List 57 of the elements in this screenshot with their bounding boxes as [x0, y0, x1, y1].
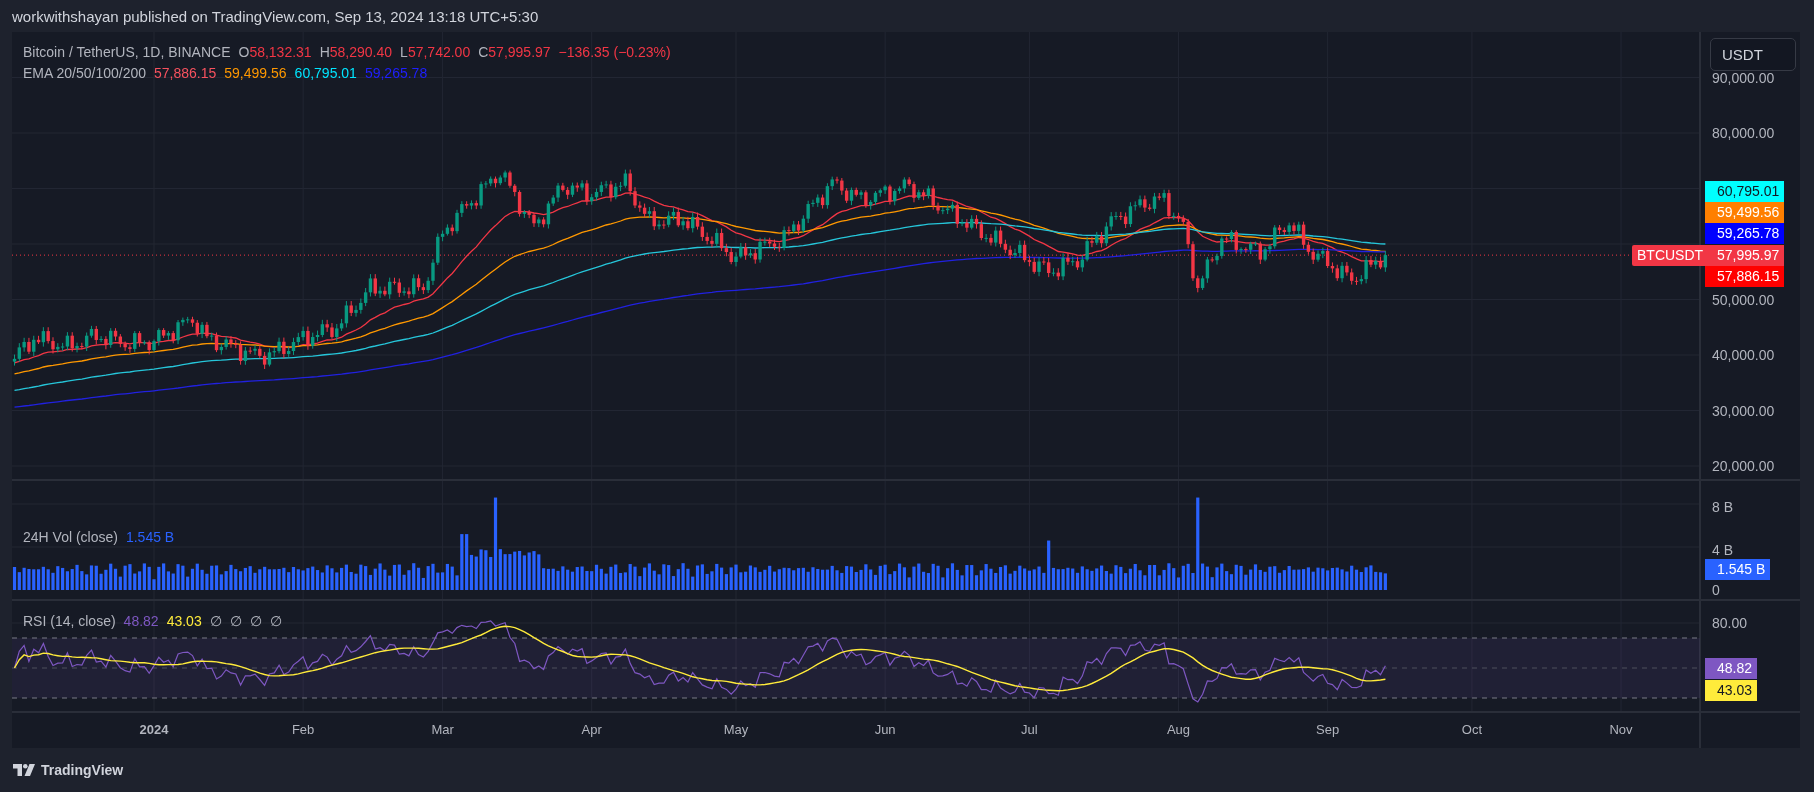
time-label: Mar	[431, 722, 454, 737]
rsi-value: 48.82	[123, 613, 159, 629]
price-tick: 90,000.00	[1712, 68, 1775, 87]
rsi-tick: 80.00	[1712, 614, 1748, 632]
publish-caption: workwithshayan published on TradingView.com, Sep 13, 2024 13:18 UTC+5:30	[11, 7, 540, 27]
empty-value: ∅	[269, 613, 282, 629]
empty-value: ∅	[209, 613, 222, 629]
price-label: 60,795.01	[1705, 181, 1785, 202]
time-label: 2024	[139, 722, 169, 737]
ohlc-label: C	[478, 44, 489, 60]
price-label: 57,995.97	[1705, 245, 1785, 266]
time-label: Jun	[874, 722, 896, 737]
ema-value: 57,886.15	[154, 65, 217, 81]
volume-tick: 4 B	[1712, 541, 1733, 559]
time-label: Oct	[1461, 722, 1483, 737]
volume-tick: 8 B	[1712, 498, 1733, 516]
time-label: Sep	[1316, 722, 1340, 737]
price-label: 59,499.56	[1705, 202, 1785, 223]
empty-value: ∅	[249, 613, 262, 629]
time-label: Aug	[1166, 722, 1191, 737]
rsi-label: 48.82	[1705, 658, 1758, 679]
time-label: Nov	[1609, 722, 1633, 737]
ohlc-value: 58,132.31	[249, 44, 312, 60]
price-tick: 20,000.00	[1712, 457, 1775, 475]
brand-name: TradingView	[41, 762, 124, 778]
price-tick: 40,000.00	[1712, 346, 1775, 364]
ohlc-value: 57,742.00	[407, 44, 471, 60]
ohlc-label: H	[319, 44, 330, 60]
tradingview-logo-icon	[13, 764, 35, 776]
ohlc-value: 57,995.97	[488, 44, 551, 60]
price-label: 59,265.78	[1705, 223, 1785, 244]
time-label: May	[723, 722, 749, 737]
ohlc-label: O	[238, 44, 250, 60]
time-label: Jul	[1021, 722, 1038, 737]
ema-title: EMA 20/50/100/200	[23, 65, 146, 81]
price-tick: 80,000.00	[1712, 124, 1775, 142]
time-label: Feb	[291, 722, 315, 737]
ohlc-label: L	[400, 44, 408, 60]
volume-label: 1.545 B	[1705, 559, 1771, 580]
volume-tick: 0	[1712, 581, 1720, 599]
price-tick: 50,000.00	[1712, 290, 1775, 309]
price-tick: 30,000.00	[1712, 401, 1775, 420]
ema-value: 59,265.78	[364, 65, 428, 81]
ema-value: 59,499.56	[224, 65, 287, 81]
rsi-title: RSI (14, close)	[23, 613, 116, 629]
time-label: Apr	[581, 722, 602, 737]
price-change: −136.35 (−0.23%)	[558, 44, 671, 60]
empty-value: ∅	[229, 613, 242, 629]
ema-value: 60,795.01	[294, 65, 357, 81]
rsi-value: 43.03	[166, 613, 202, 629]
volume-value: 1.545 B	[125, 529, 175, 545]
price-label: 57,886.15	[1705, 266, 1785, 287]
currency-button[interactable]: USDT	[1710, 38, 1796, 71]
volume-title: 24H Vol (close)	[23, 529, 118, 545]
ohlc-value: 58,290.40	[329, 44, 393, 60]
rsi-label: 43.03	[1705, 680, 1758, 701]
symbol-title: Bitcoin / TetherUS, 1D, BINANCE	[23, 44, 231, 60]
